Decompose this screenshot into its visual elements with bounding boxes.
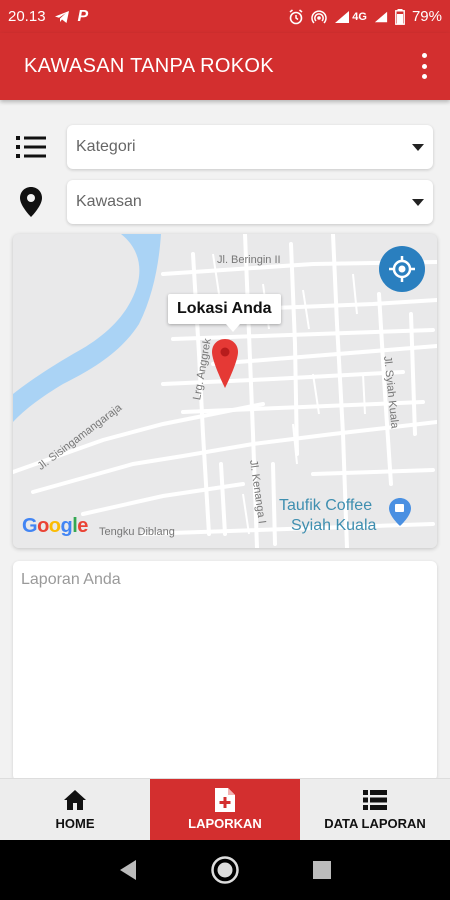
report-add-icon (214, 788, 236, 812)
parking-app-icon: P (77, 7, 89, 25)
google-logo: Google (22, 515, 88, 537)
bottom-navigation: HOME LAPORKAN DATA LAPORAN (0, 778, 450, 840)
area-label-tengku-diblang: Tengku Diblang (99, 526, 175, 538)
poi-name: Taufik Coffee (279, 497, 373, 514)
my-location-button[interactable] (379, 246, 425, 292)
area-select[interactable]: Kawasan (67, 180, 433, 224)
category-select[interactable]: Kategori (67, 125, 433, 169)
report-textarea[interactable] (13, 561, 437, 781)
signal-icon-2 (374, 10, 388, 24)
area-select-placeholder: Kawasan (76, 193, 142, 210)
app-bar: KAWASAN TANPA ROKOK (0, 33, 450, 100)
street-label-beringin: Jl. Beringin II (217, 254, 281, 266)
list-icon (14, 131, 48, 163)
nav-laporkan[interactable]: LAPORKAN (150, 779, 300, 840)
location-pin-icon (14, 186, 48, 218)
nav-home-label: HOME (55, 816, 95, 831)
home-circle-icon[interactable] (205, 850, 245, 890)
chevron-down-icon (412, 144, 424, 151)
status-bar: 20.13 P 4G 79% (0, 0, 450, 33)
nav-home[interactable]: HOME (0, 779, 150, 840)
category-row: Kategori (0, 125, 450, 169)
location-marker-icon[interactable] (211, 338, 239, 390)
alarm-icon (288, 8, 304, 25)
nav-data-laporan-label: DATA LAPORAN (324, 816, 426, 831)
app-title: KAWASAN TANPA ROKOK (24, 55, 274, 77)
battery-icon (395, 8, 405, 25)
map-view[interactable]: Jl. Beringin II Lrg. Anggrek Jl. Syiah K… (13, 234, 437, 548)
nav-data-laporan[interactable]: DATA LAPORAN (300, 779, 450, 840)
crosshair-icon (389, 256, 415, 282)
location-tooltip: Lokasi Anda (168, 294, 281, 332)
telegram-icon (54, 10, 70, 24)
nav-laporkan-label: LAPORKAN (188, 816, 262, 831)
chevron-down-icon (412, 199, 424, 206)
report-card (13, 561, 437, 781)
area-row: Kawasan (0, 180, 450, 224)
poi-area: Syiah Kuala (291, 517, 377, 534)
list-icon (363, 788, 387, 812)
category-select-placeholder: Kategori (76, 138, 136, 155)
back-icon[interactable] (108, 850, 148, 890)
hotspot-icon (311, 9, 327, 25)
system-navigation-bar (0, 840, 450, 900)
overflow-menu-icon[interactable] (420, 53, 428, 79)
signal-icon (334, 10, 350, 24)
cafe-pin-icon[interactable] (388, 497, 412, 532)
battery-level: 79% (411, 8, 442, 25)
recents-icon[interactable] (302, 850, 342, 890)
status-time: 20.13 (8, 8, 46, 25)
network-type: 4G (352, 10, 367, 23)
poi-label[interactable]: Taufik Coffee Syiah Kuala (279, 496, 376, 536)
home-icon (63, 788, 87, 812)
